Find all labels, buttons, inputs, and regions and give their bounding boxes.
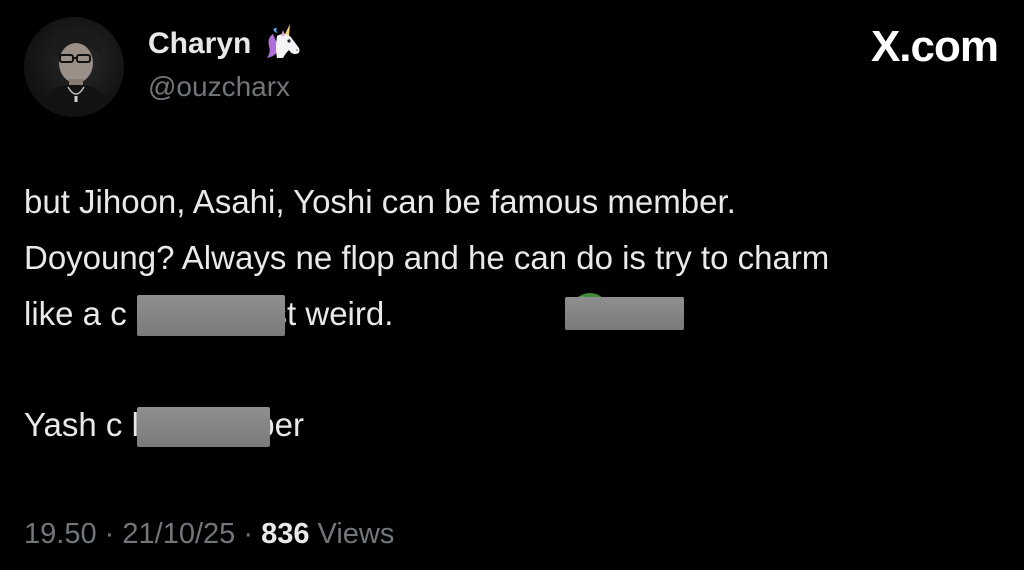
views-label[interactable]: Views xyxy=(318,518,395,550)
tweet-text-line-1: but Jihoon, Asahi, Yoshi can be famous m… xyxy=(24,183,736,220)
avatar-photo xyxy=(38,30,114,117)
redaction-box xyxy=(137,407,270,447)
author-display-name[interactable]: Charyn xyxy=(148,27,251,61)
view-count[interactable]: 836 xyxy=(261,518,309,550)
unicorn-icon xyxy=(267,24,300,58)
meta-separator: · xyxy=(104,518,115,550)
author-handle[interactable]: @ouzcharx xyxy=(148,71,290,103)
tweet-meta: 19.50 · 21/10/25 · 836 Views xyxy=(24,518,394,551)
avatar[interactable] xyxy=(24,17,124,117)
author-name-row[interactable]: Charyn xyxy=(148,24,303,64)
tweet-text-line-2: Doyoung? Always ne flop and he can do is… xyxy=(24,239,830,276)
tweet-date[interactable]: 21/10/25 xyxy=(122,518,235,550)
tweet-time[interactable]: 19.50 xyxy=(24,518,97,550)
x-com-watermark: X.com xyxy=(870,22,999,71)
meta-separator: · xyxy=(243,518,253,550)
redaction-box xyxy=(137,295,285,336)
redaction-box xyxy=(565,297,684,330)
